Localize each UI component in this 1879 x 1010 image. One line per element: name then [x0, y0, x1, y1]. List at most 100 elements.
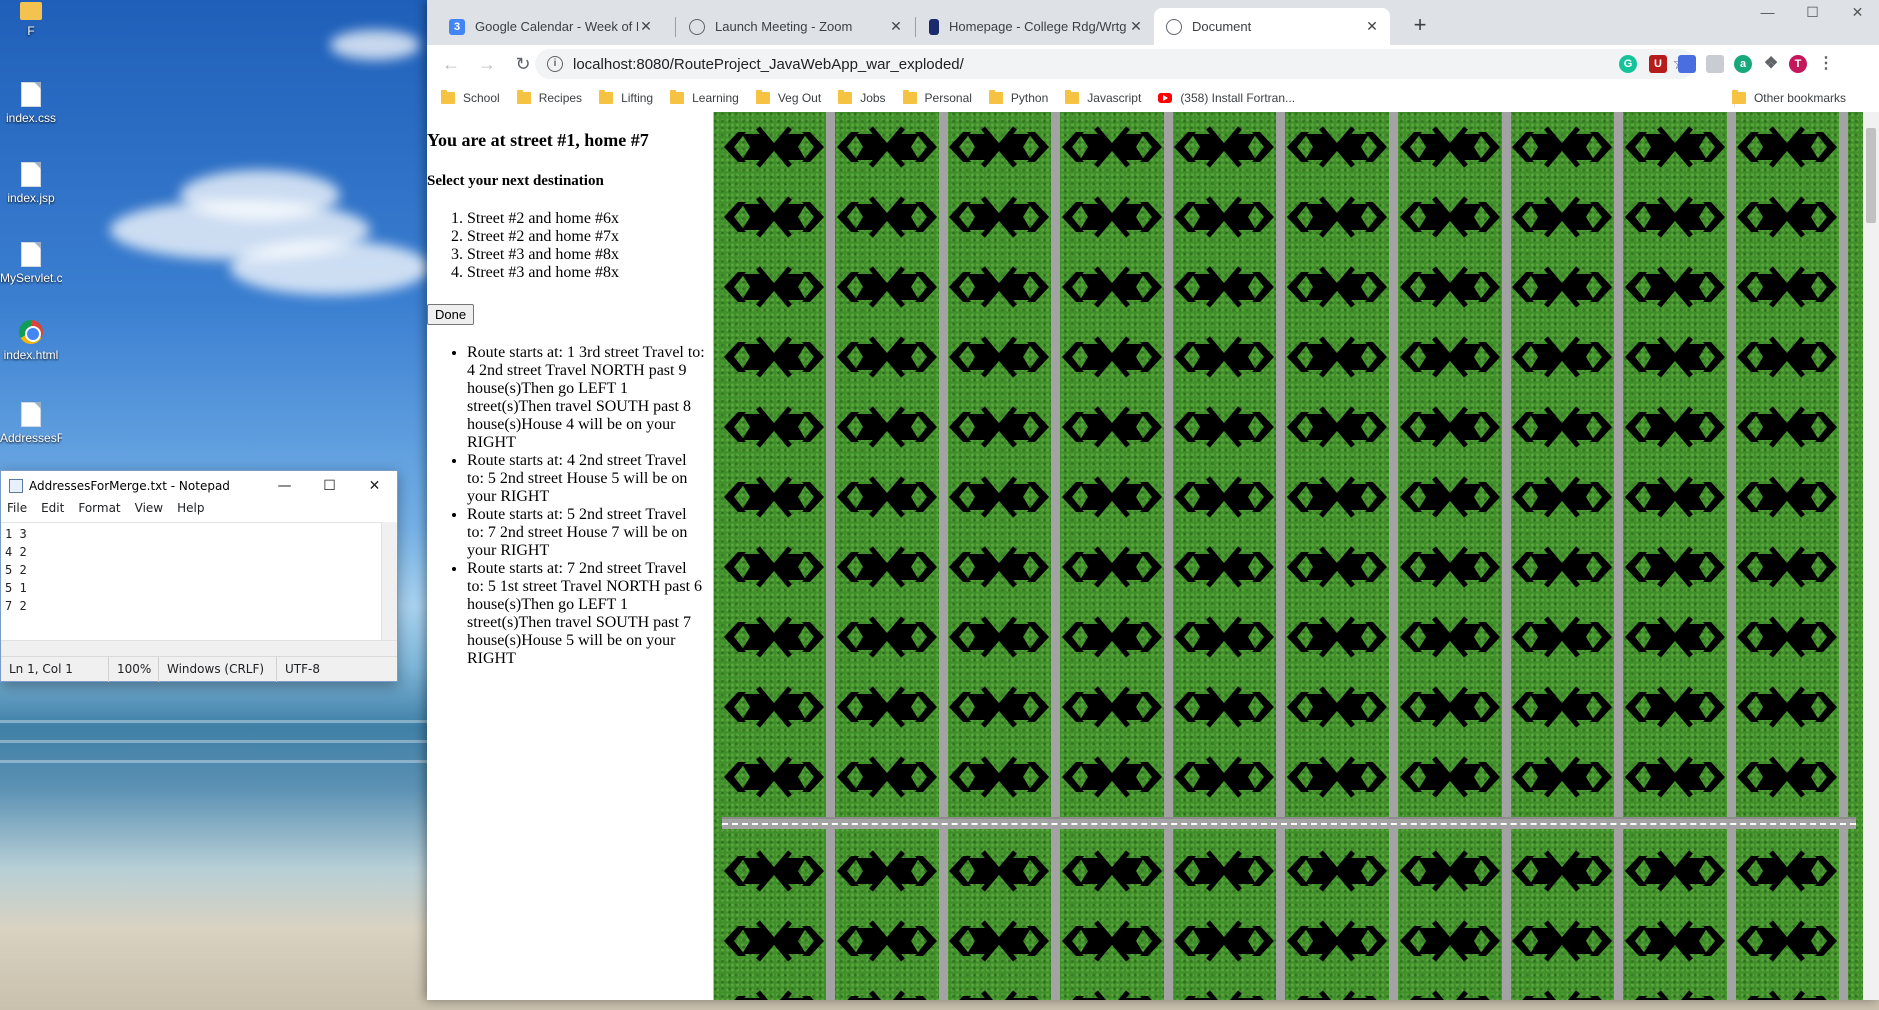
house-tile	[1510, 538, 1614, 596]
bookmark-label: (358) Install Fortran...	[1180, 90, 1296, 105]
tab-title: Document	[1192, 19, 1252, 34]
close-icon[interactable]: ✕	[1835, 0, 1879, 30]
desktop-icon-label: index.jsp	[7, 191, 55, 205]
tab-google-calendar[interactable]: 3 Google Calendar - Week of Febru ✕	[437, 8, 664, 45]
menu-file[interactable]: File	[7, 501, 35, 521]
house-tile	[1060, 258, 1164, 316]
house-tile	[1623, 188, 1727, 246]
house-tile	[1510, 842, 1614, 900]
house-tile	[835, 842, 939, 900]
bookmark-label: Other bookmarks	[1753, 90, 1846, 105]
bookmark-python[interactable]: Python	[988, 89, 1048, 105]
maximize-icon[interactable]: ☐	[307, 471, 352, 501]
house-tile	[835, 912, 939, 970]
bookmark-personal[interactable]: Personal	[902, 89, 972, 105]
house-tile	[1285, 912, 1389, 970]
desktop-icon-index-css[interactable]: index.css	[0, 82, 62, 125]
desktop-icon-addresses[interactable]: AddressesF...	[0, 402, 62, 445]
text-line: 7 2	[5, 599, 27, 613]
close-icon[interactable]: ✕	[1364, 18, 1380, 35]
new-tab-button[interactable]: +	[1406, 12, 1434, 40]
close-icon[interactable]: ✕	[888, 18, 904, 35]
status-position: Ln 1, Col 1	[1, 656, 109, 682]
text-line: 5 2	[5, 563, 27, 577]
folder-icon	[902, 89, 917, 104]
text-line: 1 3	[5, 527, 27, 541]
close-icon[interactable]: ✕	[638, 18, 654, 35]
menu-format[interactable]: Format	[78, 501, 128, 521]
desktop-icon-label: index.html	[3, 348, 59, 362]
cloud	[330, 30, 420, 60]
destination-option[interactable]: Street #3 and home #8x	[467, 246, 713, 264]
house-tile	[1398, 608, 1502, 666]
page-vertical-scrollbar[interactable]	[1863, 112, 1879, 1000]
house-tile	[1398, 842, 1502, 900]
notepad-text-area[interactable]: 1 3 4 2 5 2 5 1 7 2	[1, 522, 397, 640]
house-tile	[1060, 608, 1164, 666]
notepad-titlebar[interactable]: AddressesForMerge.txt - Notepad — ☐ ✕	[1, 471, 397, 501]
house-tile	[835, 678, 939, 736]
minimize-icon[interactable]: —	[1745, 0, 1790, 30]
close-icon[interactable]: ✕	[352, 471, 397, 501]
house-tile	[947, 398, 1051, 456]
minimize-icon[interactable]: —	[262, 471, 307, 501]
destination-option[interactable]: Street #3 and home #8x	[467, 264, 713, 282]
close-icon[interactable]: ✕	[1128, 18, 1144, 35]
profile-avatar[interactable]: T	[1789, 55, 1807, 73]
maximize-icon[interactable]: ☐	[1790, 0, 1835, 30]
bookmark-veg-out[interactable]: Veg Out	[755, 89, 821, 105]
extension-a-icon[interactable]: a	[1734, 55, 1752, 73]
house-tile	[835, 328, 939, 386]
bookmark-javascript[interactable]: Javascript	[1065, 89, 1141, 105]
tab-college[interactable]: Homepage - College Rdg/Wrtg I ✕	[917, 8, 1154, 45]
house-tile	[722, 398, 826, 456]
tab-strip: 3 Google Calendar - Week of Febru ✕ Laun…	[427, 0, 1879, 45]
menu-edit[interactable]: Edit	[41, 501, 72, 521]
notepad-window[interactable]: AddressesForMerge.txt - Notepad — ☐ ✕ Fi…	[0, 470, 398, 682]
done-button[interactable]: Done	[427, 304, 475, 325]
info-icon[interactable]: i	[547, 56, 563, 72]
folder-icon	[599, 89, 614, 104]
notepad-vertical-scrollbar[interactable]	[381, 522, 397, 640]
menu-icon[interactable]: ⋮	[1817, 55, 1835, 73]
grammarly-icon[interactable]: G	[1619, 55, 1637, 73]
house-tile	[722, 982, 826, 1000]
bookmark-lifting[interactable]: Lifting	[599, 89, 653, 105]
tab-zoom[interactable]: Launch Meeting - Zoom ✕	[677, 8, 914, 45]
menu-view[interactable]: View	[135, 501, 171, 521]
other-bookmarks[interactable]: Other bookmarks	[1731, 89, 1846, 105]
browser-window[interactable]: 3 Google Calendar - Week of Febru ✕ Laun…	[427, 0, 1879, 1000]
desktop-icon-index-jsp[interactable]: index.jsp	[0, 162, 62, 205]
notepad-horizontal-scrollbar[interactable]	[1, 640, 397, 656]
bookmark-learning[interactable]: Learning	[670, 89, 739, 105]
house-tile	[1735, 398, 1839, 456]
bookmarks-bar: School Recipes Lifting Learning Veg Out …	[427, 83, 1879, 113]
desktop-icon-index-html[interactable]: index.html	[0, 320, 62, 362]
destination-option[interactable]: Street #2 and home #6x	[467, 210, 713, 228]
status-encoding: UTF-8	[285, 661, 320, 676]
forward-icon[interactable]: →	[471, 48, 503, 80]
tab-title: Homepage - College Rdg/Wrtg I	[949, 19, 1128, 34]
cross-street-road	[722, 817, 1856, 829]
puzzle-icon[interactable]: ❖	[1762, 55, 1780, 73]
folder-icon	[516, 89, 531, 104]
house-tile	[1285, 608, 1389, 666]
tab-document[interactable]: Document ✕	[1154, 8, 1390, 45]
bookmark-jobs[interactable]: Jobs	[838, 89, 886, 105]
extension-icon[interactable]	[1706, 55, 1724, 73]
globe-icon	[1166, 18, 1182, 35]
menu-help[interactable]: Help	[177, 501, 212, 521]
ublock-icon[interactable]: U	[1649, 55, 1667, 73]
back-icon[interactable]: ←	[435, 48, 467, 80]
status-zoom: 100%	[109, 656, 159, 682]
bookmark-recipes[interactable]: Recipes	[516, 89, 582, 105]
address-bar[interactable]: i localhost:8080/RouteProject_JavaWebApp…	[535, 49, 1695, 79]
desktop-icon-myservlet-css[interactable]: MyServlet.css	[0, 242, 62, 285]
bookmark-school[interactable]: School	[441, 89, 500, 105]
bookmark-youtube[interactable]: (358) Install Fortran...	[1158, 91, 1295, 105]
extension-app-icon[interactable]	[1678, 55, 1696, 73]
destination-option[interactable]: Street #2 and home #7x	[467, 228, 713, 246]
scrollbar-thumb[interactable]	[1866, 128, 1876, 223]
house-tile	[1510, 468, 1614, 526]
desktop-icon-folder[interactable]: F	[0, 2, 62, 38]
